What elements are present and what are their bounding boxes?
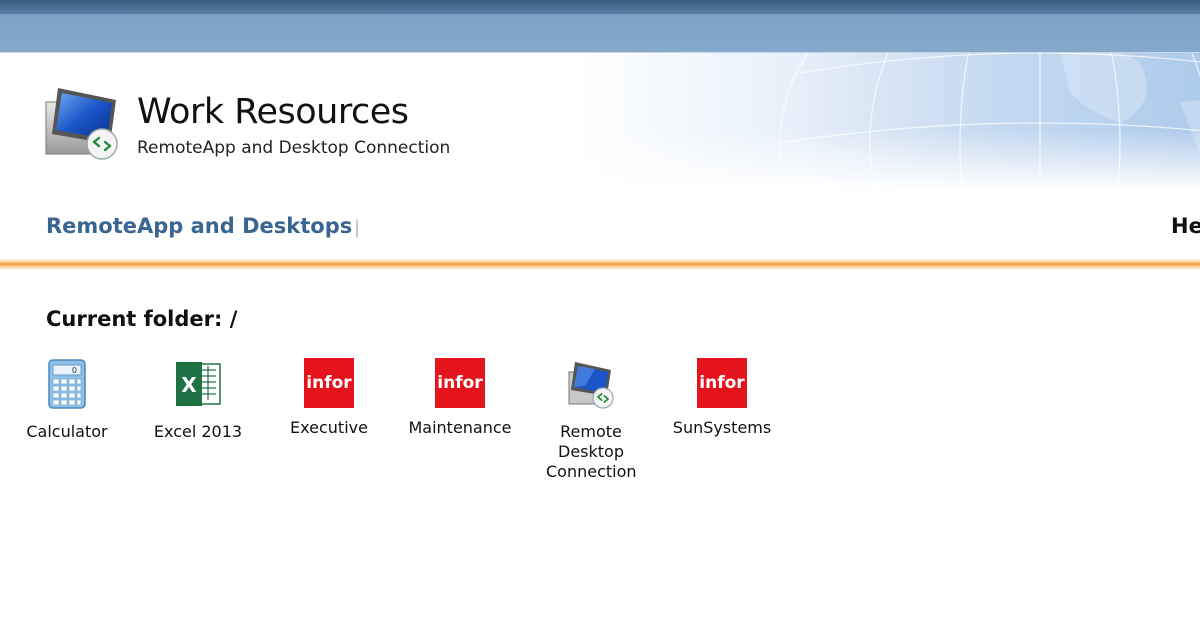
app-excel-2013[interactable]: X Excel 2013 (136, 358, 260, 442)
app-label: Remote Desktop Connection (546, 422, 637, 481)
remote-desktop-icon (568, 362, 614, 409)
help-link[interactable]: He (1171, 214, 1200, 238)
app-maintenance[interactable]: infor Maintenance (398, 358, 522, 438)
app-sunsystems[interactable]: infor SunSystems (660, 358, 784, 438)
app-label: SunSystems (672, 418, 772, 437)
svg-text:0: 0 (72, 366, 77, 375)
calculator-icon: 0 (48, 359, 86, 409)
accent-divider (0, 258, 1200, 270)
app-calculator[interactable]: 0 Calculator (5, 358, 129, 442)
page-title: Work Resources (137, 92, 409, 132)
top-bar-secondary (0, 14, 1200, 53)
current-folder-label: Current folder: / (46, 307, 238, 331)
page-subtitle: RemoteApp and Desktop Connection (137, 138, 451, 158)
nav-separator: | (354, 217, 361, 238)
nav-remoteapp-desktops-link[interactable]: RemoteApp and Desktops (46, 214, 352, 238)
excel-icon: X (176, 362, 221, 406)
app-executive[interactable]: infor Executive (267, 358, 391, 438)
remote-desktop-monitor-icon (45, 88, 118, 160)
infor-logo-text: infor (304, 358, 354, 408)
app-label: Calculator (26, 422, 108, 441)
infor-icon: infor (696, 358, 748, 410)
app-label: Executive (290, 418, 368, 437)
app-remote-desktop-connection[interactable]: Remote Desktop Connection (529, 358, 653, 482)
svg-text:X: X (181, 373, 197, 397)
top-bar (0, 0, 1200, 14)
infor-logo-text: infor (697, 358, 747, 408)
infor-logo-text: infor (435, 358, 485, 408)
infor-icon: infor (303, 358, 355, 410)
app-label: Maintenance (408, 418, 512, 437)
app-label: Excel 2013 (153, 422, 243, 441)
infor-icon: infor (434, 358, 486, 410)
